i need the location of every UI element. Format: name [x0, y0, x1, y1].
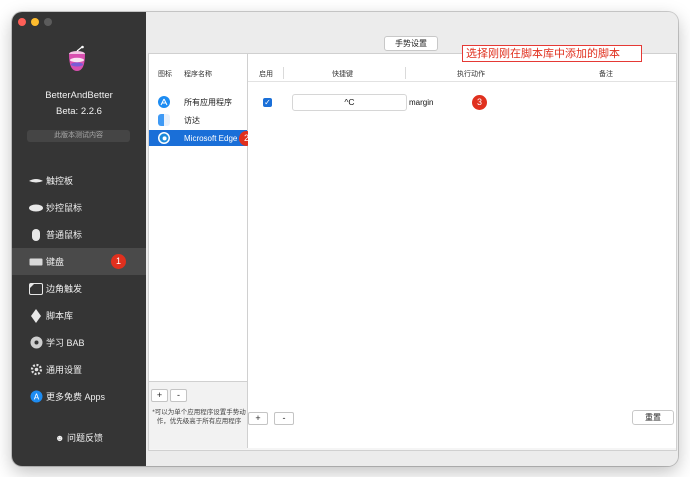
edge-icon — [158, 132, 170, 144]
app-list: 图标 程序名称 所有应用程序 访达 Microsoft Edge 2 + - *… — [149, 54, 254, 449]
sidebar-item-label: 脚本库 — [46, 311, 74, 321]
sidebar-item-script-library[interactable]: 脚本库 — [12, 302, 146, 329]
shortcut-table: 启用 快捷键 执行动作 备注 ✓ ^C margin 3 — [248, 54, 676, 448]
beta-notes-button[interactable]: 此版本测试内容 — [27, 130, 130, 142]
mouse-icon — [28, 228, 44, 242]
column-divider — [283, 67, 284, 79]
app-version: Beta: 2.2.6 — [56, 106, 102, 117]
feedback-button[interactable]: ☻ 问题反馈 — [12, 431, 146, 444]
app-row-label: Microsoft Edge — [184, 133, 238, 143]
close-window-button[interactable] — [18, 18, 26, 26]
sidebar-item-label: 学习 BAB — [46, 338, 85, 348]
keyboard-icon — [28, 255, 44, 269]
sidebar-item-label: 通用设置 — [46, 365, 83, 375]
sidebar-item-label: 边角触发 — [46, 284, 83, 294]
sidebar-item-corner-trigger[interactable]: 边角触发 — [12, 275, 146, 302]
script-library-icon — [28, 308, 44, 323]
header-app-name: 程序名称 — [184, 71, 212, 78]
app-row-microsoft-edge[interactable]: Microsoft Edge 2 — [149, 130, 254, 146]
step-badge: 3 — [472, 95, 487, 110]
sidebar-item-label: 普通鼠标 — [46, 230, 83, 240]
sidebar-item-mouse[interactable]: 普通鼠标 — [12, 221, 146, 248]
sidebar-item-general-settings[interactable]: 通用设置 — [12, 356, 146, 383]
trackpad-icon — [28, 174, 44, 188]
column-divider — [405, 67, 406, 79]
header-action: 执行动作 — [457, 71, 485, 78]
corner-trigger-icon — [28, 282, 44, 296]
main-content: 手势设置 图标 程序名称 所有应用程序 访达 Microsoft Edge 2 … — [146, 12, 678, 466]
shortcut-field[interactable]: ^C — [292, 94, 407, 111]
sidebar-item-trackpad[interactable]: 触控板 — [12, 167, 146, 194]
reset-button[interactable]: 重置 — [632, 410, 674, 425]
zoom-window-button[interactable] — [44, 18, 52, 26]
add-shortcut-button[interactable]: + — [248, 412, 268, 425]
sidebar-nav: 触控板 妙控鼠标 普通鼠标 键盘 1 边角触发 脚本库 学习 BAB 通用设置 … — [12, 167, 146, 410]
people-icon: ☻ — [54, 433, 65, 443]
gear-icon — [28, 363, 44, 377]
action-dropdown[interactable]: margin — [409, 98, 433, 107]
learn-icon — [28, 336, 44, 350]
header-enabled: 启用 — [259, 71, 273, 78]
feedback-label: 问题反馈 — [66, 433, 103, 443]
remove-shortcut-button[interactable]: - — [274, 412, 294, 425]
header-notes: 备注 — [599, 71, 613, 78]
sidebar-item-label: 妙控鼠标 — [46, 203, 83, 213]
settings-panel: 图标 程序名称 所有应用程序 访达 Microsoft Edge 2 + - *… — [148, 53, 677, 451]
app-window: BetterAndBetter Beta: 2.2.6 此版本测试内容 触控板 … — [12, 12, 678, 466]
sidebar: BetterAndBetter Beta: 2.2.6 此版本测试内容 触控板 … — [12, 12, 146, 466]
svg-text:A: A — [33, 392, 39, 401]
app-name: BetterAndBetter — [45, 90, 113, 101]
sidebar-item-magic-mouse[interactable]: 妙控鼠标 — [12, 194, 146, 221]
table-footer: + - 重置 — [146, 406, 676, 426]
minimize-window-button[interactable] — [31, 18, 39, 26]
app-row-label: 访达 — [184, 115, 200, 125]
add-app-button[interactable]: + — [151, 389, 168, 402]
finder-icon — [158, 114, 170, 126]
header-divider — [248, 81, 676, 82]
tab-gesture-settings[interactable]: 手势设置 — [384, 36, 438, 51]
app-logo-icon — [69, 45, 85, 71]
sidebar-item-label: 更多免费 Apps — [46, 392, 106, 402]
sidebar-item-label: 键盘 — [46, 257, 65, 267]
annotation-callout: 选择刚刚在脚本库中添加的脚本 — [462, 45, 642, 62]
app-store-icon — [158, 96, 170, 108]
window-controls — [18, 18, 52, 26]
remove-app-button[interactable]: - — [170, 389, 187, 402]
sidebar-item-learn[interactable]: 学习 BAB — [12, 329, 146, 356]
sidebar-item-label: 触控板 — [46, 176, 74, 186]
app-store-icon: A — [28, 390, 44, 404]
app-row-label: 所有应用程序 — [184, 97, 232, 107]
header-icon: 图标 — [158, 71, 172, 78]
app-row-finder[interactable]: 访达 — [149, 112, 247, 128]
app-row-all-apps[interactable]: 所有应用程序 — [149, 94, 247, 110]
enabled-checkbox[interactable]: ✓ — [263, 98, 272, 107]
magic-mouse-icon — [28, 201, 44, 215]
step-badge: 1 — [111, 254, 126, 269]
header-shortcut: 快捷键 — [332, 71, 353, 78]
sidebar-item-keyboard[interactable]: 键盘 1 — [12, 248, 146, 275]
sidebar-item-more-apps[interactable]: A 更多免费 Apps — [12, 383, 146, 410]
